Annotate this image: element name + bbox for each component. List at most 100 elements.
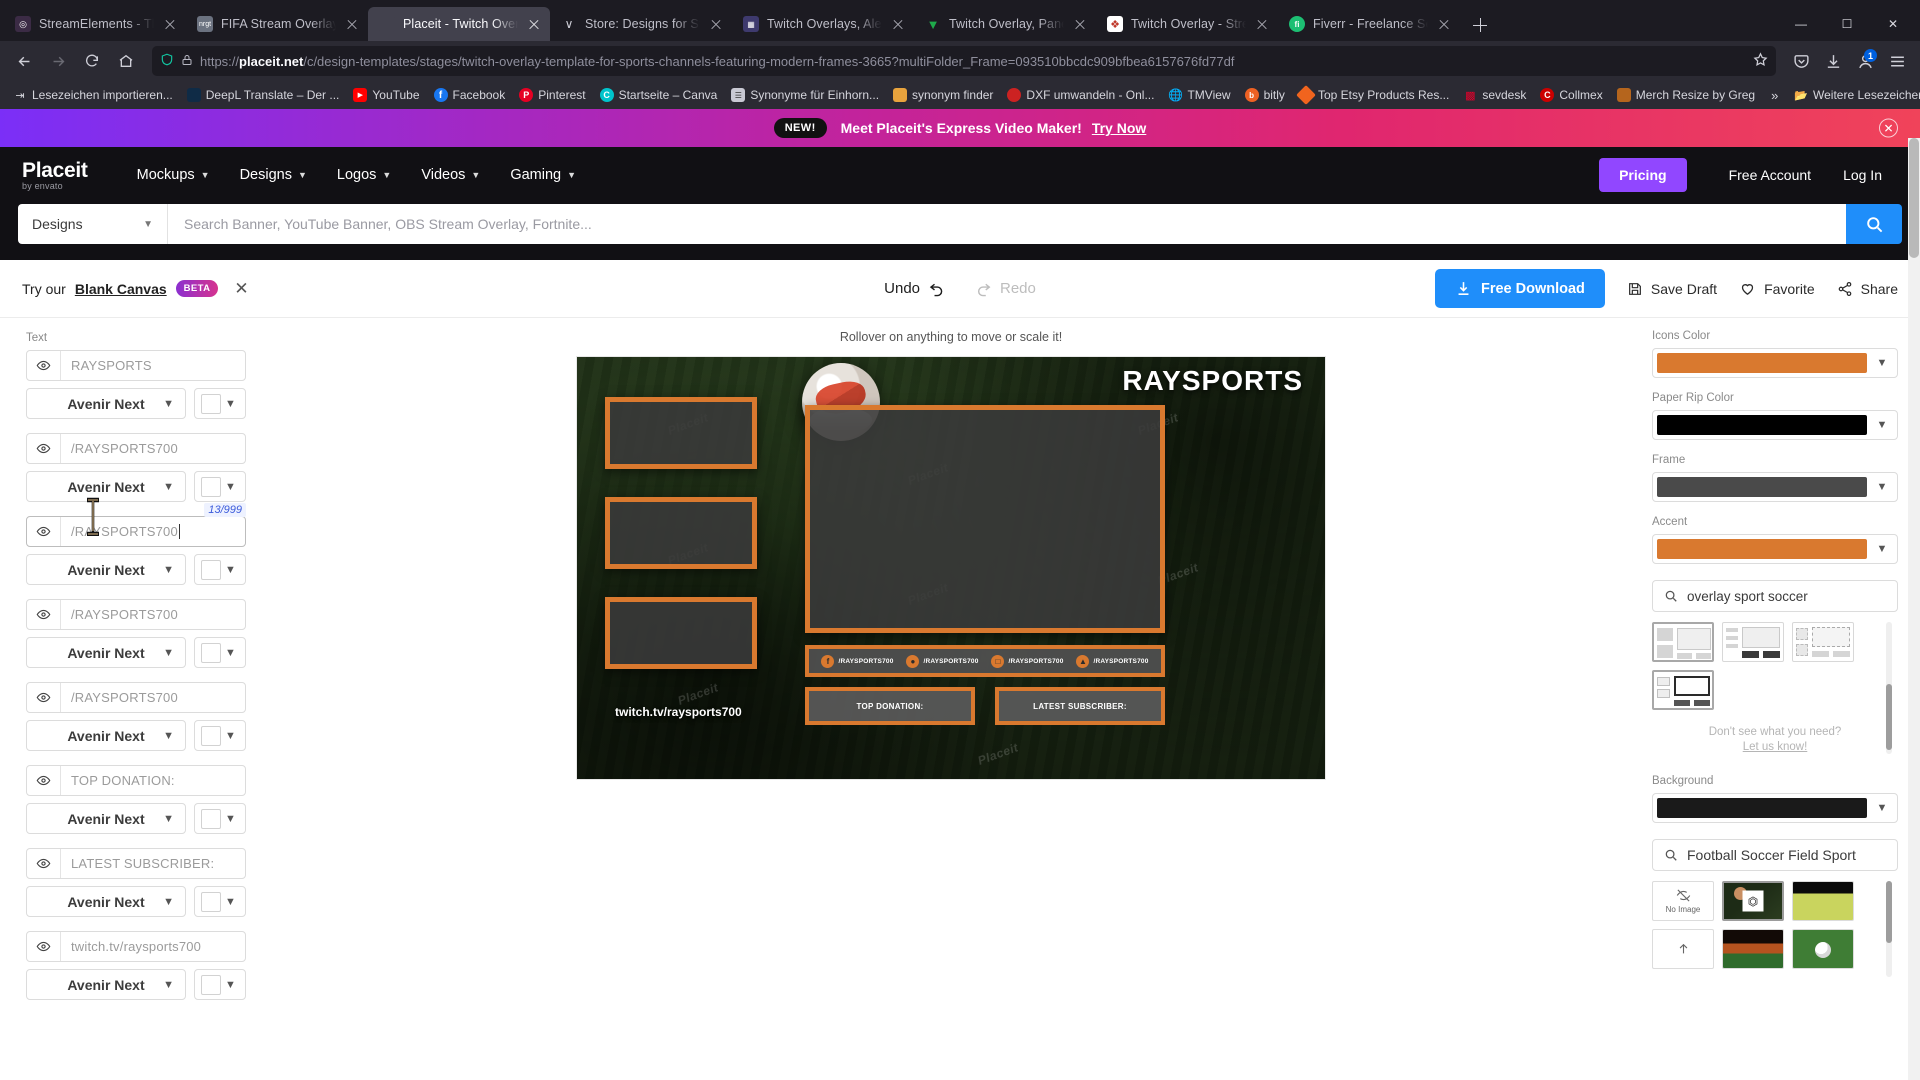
upload-option[interactable] bbox=[1652, 929, 1714, 969]
text-input-value[interactable]: /RAYSPORTS700 bbox=[61, 434, 245, 463]
font-select[interactable]: Avenir Next ▼ bbox=[26, 637, 186, 668]
bookmark-item[interactable]: Merch Resize by Greg bbox=[1611, 85, 1761, 105]
overlay-latest-subscriber-box[interactable]: LATEST SUBSCRIBER: bbox=[995, 687, 1165, 725]
frame-thumbnail[interactable] bbox=[1792, 622, 1854, 662]
close-icon[interactable] bbox=[344, 16, 360, 32]
text-input-row[interactable]: RAYSPORTS bbox=[26, 350, 246, 381]
bookmark-item[interactable]: ▩ sevdesk bbox=[1457, 85, 1532, 105]
text-color-select[interactable]: ▼ bbox=[194, 720, 246, 751]
browser-tab[interactable]: ◎ StreamElements - Themes ga bbox=[4, 7, 186, 41]
bookmark-item[interactable]: C Collmex bbox=[1534, 85, 1608, 105]
social-item[interactable]: ●/RAYSPORTS700 bbox=[906, 654, 978, 668]
close-icon[interactable] bbox=[708, 16, 724, 32]
other-bookmarks-folder[interactable]: 📂 Weitere Lesezeichen bbox=[1788, 85, 1920, 105]
overlay-webcam-box[interactable] bbox=[605, 397, 757, 469]
browser-tab[interactable]: ▦ Twitch Overlays, Alerts and G bbox=[732, 7, 914, 41]
text-input-row-focused[interactable]: /RAYSPORTS700 bbox=[26, 516, 246, 547]
menu-hamburger-icon[interactable] bbox=[1882, 46, 1912, 76]
text-color-select[interactable]: ▼ bbox=[194, 803, 246, 834]
font-select[interactable]: Avenir Next ▼ bbox=[26, 388, 186, 419]
log-in-link[interactable]: Log In bbox=[1827, 167, 1898, 183]
account-icon[interactable]: 1 bbox=[1850, 46, 1880, 76]
font-select[interactable]: Avenir Next ▼ bbox=[26, 886, 186, 917]
text-input-value[interactable]: /RAYSPORTS700 bbox=[61, 517, 245, 546]
favorite-button[interactable]: Favorite bbox=[1739, 280, 1815, 297]
save-draft-button[interactable]: Save Draft bbox=[1627, 281, 1717, 297]
lock-icon[interactable] bbox=[181, 53, 193, 70]
design-canvas[interactable]: Placeit Placeit Placeit Placeit Placeit … bbox=[576, 356, 1326, 780]
text-color-select[interactable]: ▼ bbox=[194, 969, 246, 1000]
text-color-select[interactable]: ▼ bbox=[194, 388, 246, 419]
bookmark-item[interactable]: ▶ YouTube bbox=[347, 85, 425, 105]
bookmark-item[interactable]: DXF umwandeln - Onl... bbox=[1001, 85, 1160, 105]
overlay-webcam-box[interactable] bbox=[605, 597, 757, 669]
visibility-eye-icon[interactable] bbox=[27, 434, 61, 463]
page-scrollbar[interactable] bbox=[1908, 138, 1920, 1080]
nav-mockups[interactable]: Mockups ▼ bbox=[122, 147, 225, 202]
search-button[interactable] bbox=[1846, 204, 1902, 244]
bookmark-item[interactable]: P Pinterest bbox=[513, 85, 591, 105]
back-arrow-icon[interactable] bbox=[8, 45, 40, 77]
bookmark-item[interactable]: 🌐 TMView bbox=[1162, 85, 1236, 105]
social-item[interactable]: f/RAYSPORTS700 bbox=[821, 654, 893, 668]
text-input-value[interactable]: TOP DONATION: bbox=[61, 766, 245, 795]
reload-icon[interactable] bbox=[76, 45, 108, 77]
undo-button[interactable]: Undo bbox=[884, 280, 945, 297]
share-button[interactable]: Share bbox=[1837, 281, 1898, 297]
icons-color-select[interactable]: ▼ bbox=[1652, 348, 1898, 378]
text-input-row[interactable]: LATEST SUBSCRIBER: bbox=[26, 848, 246, 879]
visibility-eye-icon[interactable] bbox=[27, 600, 61, 629]
overlay-social-bar[interactable]: f/RAYSPORTS700 ●/RAYSPORTS700 □/RAYSPORT… bbox=[805, 645, 1165, 677]
close-icon[interactable] bbox=[526, 16, 542, 32]
overlay-webcam-box[interactable] bbox=[605, 497, 757, 569]
frame-color-select[interactable]: ▼ bbox=[1652, 472, 1898, 502]
text-input-row[interactable]: /RAYSPORTS700 bbox=[26, 433, 246, 464]
text-color-select[interactable]: ▼ bbox=[194, 471, 246, 502]
text-input-value[interactable]: /RAYSPORTS700 bbox=[61, 683, 245, 712]
text-input-row[interactable]: twitch.tv/raysports700 bbox=[26, 931, 246, 962]
close-icon[interactable]: ✕ bbox=[234, 279, 248, 299]
background-thumbnail[interactable] bbox=[1722, 929, 1784, 969]
visibility-eye-icon[interactable] bbox=[27, 766, 61, 795]
accent-color-select[interactable]: ▼ bbox=[1652, 534, 1898, 564]
font-select[interactable]: Avenir Next ▼ bbox=[26, 803, 186, 834]
social-item[interactable]: ▲/RAYSPORTS700 bbox=[1076, 654, 1148, 668]
blank-canvas-link[interactable]: Blank Canvas bbox=[75, 281, 167, 297]
browser-tab[interactable]: ▼ Twitch Overlay, Panels and Yo bbox=[914, 7, 1096, 41]
text-color-select[interactable]: ▼ bbox=[194, 554, 246, 585]
maximize-button[interactable]: ☐ bbox=[1824, 7, 1870, 41]
bookmarks-overflow-button[interactable]: » bbox=[1763, 85, 1786, 106]
bookmark-item[interactable]: ☰ Synonyme für Einhorn... bbox=[725, 85, 885, 105]
scrollbar-thumb[interactable] bbox=[1886, 881, 1892, 943]
browser-tab-active[interactable]: Placeit - Twitch Overlay Temp bbox=[368, 7, 550, 41]
background-thumbnail[interactable]: ⏣ bbox=[1722, 881, 1784, 921]
close-icon[interactable] bbox=[1072, 16, 1088, 32]
browser-tab[interactable]: ∨ Store: Designs for Streamers a bbox=[550, 7, 732, 41]
visibility-eye-icon[interactable] bbox=[27, 351, 61, 380]
text-input-row[interactable]: TOP DONATION: bbox=[26, 765, 246, 796]
frame-list-scrollbar[interactable] bbox=[1886, 622, 1892, 754]
close-icon[interactable] bbox=[1254, 16, 1270, 32]
close-icon[interactable] bbox=[1436, 16, 1452, 32]
bookmark-item[interactable]: C Startseite – Canva bbox=[594, 85, 724, 105]
browser-tab[interactable]: nrgt FIFA Stream Overlay for free, bbox=[186, 7, 368, 41]
pocket-icon[interactable] bbox=[1786, 46, 1816, 76]
scrollbar-thumb[interactable] bbox=[1886, 684, 1892, 750]
close-window-button[interactable]: ✕ bbox=[1870, 7, 1916, 41]
promo-try-now-link[interactable]: Try Now bbox=[1092, 120, 1146, 136]
search-category-select[interactable]: Designs ▼ bbox=[18, 204, 168, 244]
text-input-value[interactable]: LATEST SUBSCRIBER: bbox=[61, 849, 245, 878]
background-search-input[interactable]: Football Soccer Field Sport bbox=[1652, 839, 1898, 871]
visibility-eye-icon[interactable] bbox=[27, 517, 61, 546]
nav-logos[interactable]: Logos ▼ bbox=[322, 147, 406, 202]
let-us-know-link[interactable]: Let us know! bbox=[1652, 741, 1898, 753]
overlay-main-screen-box[interactable] bbox=[805, 405, 1165, 633]
visibility-eye-icon[interactable] bbox=[27, 932, 61, 961]
paper-rip-color-select[interactable]: ▼ bbox=[1652, 410, 1898, 440]
crop-icon[interactable]: ⏣ bbox=[1742, 890, 1764, 912]
nav-gaming[interactable]: Gaming ▼ bbox=[495, 147, 591, 202]
shield-icon[interactable] bbox=[160, 52, 174, 70]
text-color-select[interactable]: ▼ bbox=[194, 637, 246, 668]
home-icon[interactable] bbox=[110, 45, 142, 77]
font-select[interactable]: Avenir Next ▼ bbox=[26, 554, 186, 585]
